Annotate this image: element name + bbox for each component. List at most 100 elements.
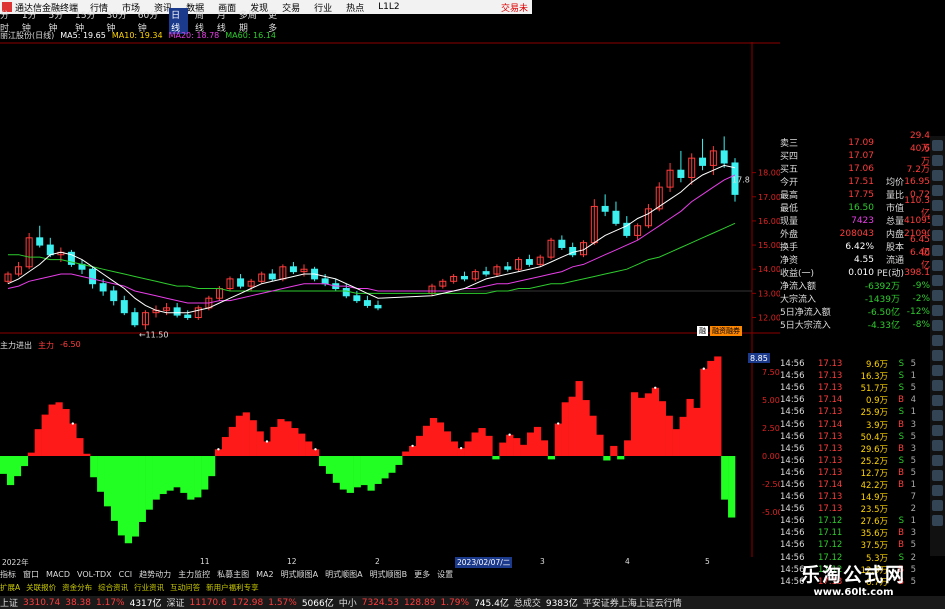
tick-time: 14:56 [780, 516, 805, 527]
tick-volume: 50.4万 [860, 432, 888, 443]
osc-bar [27, 452, 35, 456]
tab-chuangkou[interactable]: 窗口 [23, 569, 39, 580]
tab-mingshi-a1[interactable]: 明式顺图A [281, 569, 318, 580]
osc-bar [464, 441, 472, 456]
menu-item-redian[interactable]: 热点 [346, 1, 364, 14]
tool-button-9[interactable] [932, 260, 943, 271]
tab-simu-zhutu[interactable]: 私募主图 [217, 569, 249, 580]
tool-button-17[interactable] [932, 380, 943, 391]
quote-label: 买五 [780, 165, 799, 175]
margin-tag-a[interactable]: 融 [697, 326, 708, 336]
info-tab-4[interactable]: 综合资讯 [98, 582, 128, 593]
info-tab-7[interactable]: 新用户福利专享 [206, 582, 259, 593]
info-tab-3[interactable]: 资金分布 [62, 582, 92, 593]
menu-item-l1l2[interactable]: L1L2 [378, 2, 399, 12]
flow-label: 大宗流入 [780, 295, 817, 305]
tool-button-23[interactable] [932, 470, 943, 481]
tab-qushi-dongli[interactable]: 趋势动力 [139, 569, 171, 580]
tool-button-2[interactable] [932, 155, 943, 166]
trade-button[interactable]: 交易未 [501, 1, 528, 14]
menu-item-jiaoyi[interactable]: 交易 [282, 1, 300, 14]
quote-value-2: 16.95 [904, 176, 930, 187]
tab-mingshi-a2[interactable]: 明式顺图A [325, 569, 362, 580]
info-tab-5[interactable]: 行业资讯 [134, 582, 164, 593]
sz-amount: 5066亿 [301, 599, 334, 609]
tab-ma2[interactable]: MA2 [256, 570, 273, 579]
tool-button-10[interactable] [932, 275, 943, 286]
quote-label-2: 股本 [885, 243, 904, 253]
info-tab-2[interactable]: 关联报价 [26, 582, 56, 593]
tick-side: S [898, 516, 904, 527]
tab-mingshi-b[interactable]: 明式顺图B [370, 569, 408, 580]
tab-vol-tdx[interactable]: VOL-TDX [77, 570, 112, 579]
osc-bar [249, 420, 257, 456]
osc-bar [409, 445, 417, 456]
candle-body [677, 169, 685, 178]
tool-button-1[interactable] [932, 140, 943, 151]
tool-button-15[interactable] [932, 350, 943, 361]
tool-button-14[interactable] [932, 335, 943, 346]
indicator-name[interactable]: 主力进出 [0, 340, 32, 351]
tab-cci[interactable]: CCI [119, 570, 133, 579]
tab-settings[interactable]: 设置 [437, 569, 453, 580]
osc-bar [90, 456, 98, 478]
quote-label: 净资 [780, 256, 799, 266]
tick-side: B [898, 467, 904, 478]
tick-price: 17.11 [818, 528, 843, 539]
tool-button-22[interactable] [932, 455, 943, 466]
sz-label[interactable]: 深证 [167, 596, 185, 609]
tool-button-26[interactable] [932, 515, 943, 526]
tool-button-19[interactable] [932, 410, 943, 421]
osc-bar [651, 387, 660, 456]
candle-body [289, 266, 297, 273]
tool-button-12[interactable] [932, 305, 943, 316]
info-tab-1[interactable]: 扩展A [0, 582, 20, 593]
ma-legend: 丽江股份(日线) MA5: 19.65 MA10: 19.34 MA20: 18… [0, 30, 282, 41]
price-tick-label: 18.00 [758, 169, 780, 178]
flow-value: -6.50亿 [867, 308, 900, 318]
margin-tag-b[interactable]: 融资融券 [710, 326, 742, 336]
tool-button-24[interactable] [932, 485, 943, 496]
tool-button-18[interactable] [932, 395, 943, 406]
tab-more[interactable]: 更多 [414, 569, 430, 580]
sh-pct: 1.17% [96, 597, 125, 608]
quote-row: 买五 17.06 7.2万 [780, 162, 930, 176]
x-axis: 2022年 11 12 2 3 4 5 [0, 557, 760, 567]
tick-time: 14:56 [780, 359, 805, 370]
tab-zhibiao[interactable]: 指标 [0, 569, 16, 580]
osc-bar [0, 456, 8, 474]
zx-label[interactable]: 中小 [339, 596, 357, 609]
sh-label[interactable]: 上证 [0, 596, 18, 609]
tool-button-8[interactable] [932, 245, 943, 256]
tool-button-21[interactable] [932, 440, 943, 451]
tool-button-20[interactable] [932, 425, 943, 436]
quote-label-2: PE(动) [876, 269, 904, 279]
tool-button-7[interactable] [932, 230, 943, 241]
sh-change: 38.38 [65, 597, 91, 608]
tick-volume: 29.6万 [860, 444, 888, 455]
chart-area[interactable]: ←11.50 17.8 18.00 17.00 16.00 15.00 14.00 13.0… [0, 42, 780, 557]
menu-item-hangye[interactable]: 行业 [314, 1, 332, 14]
zx-change: 128.89 [403, 597, 436, 608]
indicator-tabs: 指标 窗口 MACD VOL-TDX CCI 趋势动力 主力监控 私募主图 MA… [0, 568, 760, 580]
tool-button-6[interactable] [932, 215, 943, 226]
sz-pct: 1.57% [268, 597, 297, 608]
tab-zhuli-jiankong[interactable]: 主力监控 [178, 569, 210, 580]
tool-button-11[interactable] [932, 290, 943, 301]
tool-button-4[interactable] [932, 185, 943, 196]
tool-button-13[interactable] [932, 320, 943, 331]
info-tab-6[interactable]: 互动问答 [170, 582, 200, 593]
tick-row: 14:56 17.14 3.9万 B 3 [780, 418, 930, 431]
tool-button-16[interactable] [932, 365, 943, 376]
osc-bar [69, 423, 77, 456]
osc-marker [654, 386, 657, 389]
osc-bar [55, 402, 63, 456]
tab-macd[interactable]: MACD [46, 570, 70, 579]
tool-button-3[interactable] [932, 170, 943, 181]
tool-button-5[interactable] [932, 200, 943, 211]
tool-button-25[interactable] [932, 500, 943, 511]
quote-label-2: 总量 [885, 217, 904, 227]
quote-value: 17.09 [848, 137, 874, 148]
tick-price: 17.13 [818, 359, 843, 370]
osc-tick-label: 5.00 [762, 396, 780, 405]
